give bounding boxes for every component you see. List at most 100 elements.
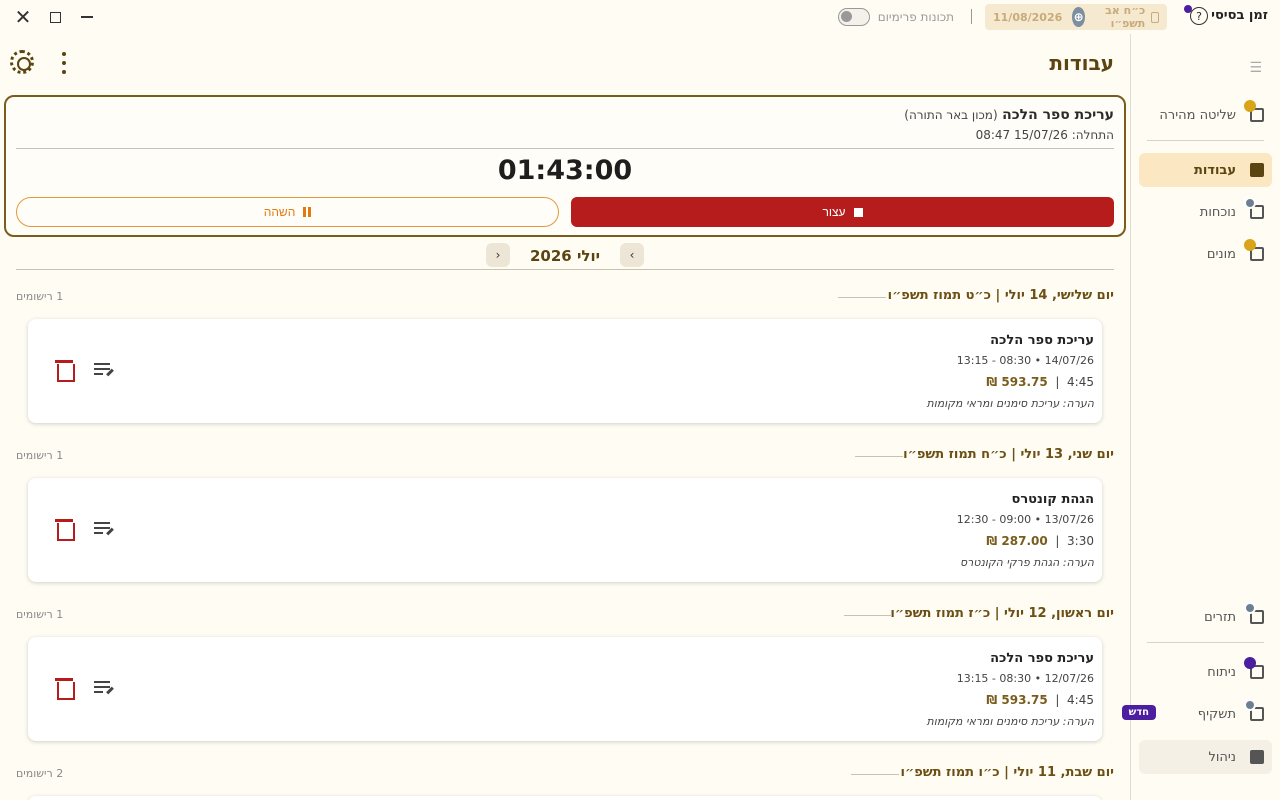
premium-badge-icon [1244, 100, 1256, 112]
delete-entry-icon[interactable] [55, 519, 75, 541]
maximize-window-icon[interactable] [44, 6, 66, 28]
entry-title: עריכת ספר הלכה [990, 651, 1094, 666]
clipboard-icon [1250, 163, 1264, 177]
timer-start-time: התחלה: 15/07/26 08:47 [975, 128, 1114, 142]
main-content: עבודות עריכת ספר הלכה (מכון באר התורה) ה… [0, 34, 1130, 800]
timer-job-title: עריכת ספר הלכה (מכון באר התורה) [904, 107, 1114, 123]
entry-note: הערה: עריכת סימנים ומראי מקומות [926, 397, 1094, 410]
day-title: יום שבת, 11 יולי | כ״ו תמוז תשפ״ו [900, 765, 1114, 780]
day-header: יום שבת, 11 יולי | כ״ו תמוז תשפ״ו 2 רישו… [16, 765, 1114, 785]
previous-month-button[interactable]: ‹ [620, 243, 644, 267]
entry-card[interactable]: עריכת ספר הלכה 12/07/26 • 08:30 - 13:15 … [28, 637, 1102, 741]
app-logo-icon[interactable]: ? [1190, 7, 1208, 25]
entry-time: 13/07/26 • 09:00 - 12:30 [956, 513, 1094, 526]
delete-entry-icon[interactable] [55, 360, 75, 382]
entry-duration: 4:45 [1067, 693, 1094, 707]
entry-time: 14/07/26 • 08:30 - 13:15 [956, 354, 1094, 367]
sidebar-item-label: ניתוח [1207, 664, 1236, 680]
calendar-icon [1151, 11, 1159, 23]
entry-note: הערה: הגהת פרקי הקונטרס [959, 556, 1094, 569]
sidebar-item-jobs[interactable]: עבודות [1139, 153, 1272, 187]
sidebar-item-management[interactable]: ניהול [1139, 740, 1272, 774]
day-entry-count: 1 רישומים [16, 449, 64, 462]
entry-duration: 3:30 [1067, 534, 1094, 548]
premium-label: תכונות פרימיום [877, 10, 954, 24]
toolbar-separator [971, 9, 972, 24]
entry-time: 12/07/26 • 08:30 - 13:15 [956, 672, 1094, 685]
day-entry-count: 1 רישומים [16, 608, 64, 621]
sidebar-item-counters[interactable]: מונים [1139, 237, 1272, 271]
entry-summary: 4:45 | 593.75 ₪ [986, 693, 1094, 707]
lock-badge-icon [1244, 602, 1256, 614]
entry-title: הגהת קונטרס [1011, 492, 1095, 507]
minimize-window-icon[interactable] [76, 6, 98, 28]
sidebar-divider [1147, 140, 1264, 141]
day-header: יום שלישי, 14 יולי | כ״ט תמוז תשפ״ו 1 רי… [16, 288, 1114, 308]
entry-amount: 593.75 ₪ [986, 375, 1048, 389]
day-divider [851, 774, 899, 775]
sidebar-item-cashflow[interactable]: תזרים [1139, 600, 1272, 634]
edit-entry-icon[interactable] [94, 363, 114, 379]
stop-icon [853, 207, 863, 217]
settings-gear-icon[interactable] [10, 50, 34, 74]
edit-entry-icon[interactable] [94, 522, 114, 538]
month-label: יולי 2026 [529, 247, 601, 265]
sidebar-item-forecast[interactable]: תשקיף חדש [1121, 697, 1272, 731]
month-divider [16, 269, 1114, 270]
sidebar-item-label: נוכחות [1199, 204, 1236, 220]
pause-label: השהה [263, 205, 296, 219]
gregorian-date: 11/08/2026 [993, 10, 1063, 24]
day-divider [855, 456, 903, 457]
day-entry-count: 2 רישומים [16, 767, 64, 780]
day-title: יום ראשון, 12 יולי | כ״ז תמוז תשפ״ו [890, 606, 1114, 621]
date-chip[interactable]: כ״ח אב תשפ״ו ⊕ 11/08/2026 [985, 4, 1167, 30]
day-header: יום שני, 13 יולי | כ״ח תמוז תשפ״ו 1 רישו… [16, 447, 1114, 467]
lock-badge-icon [1244, 197, 1256, 209]
hebrew-date: כ״ח אב תשפ״ו [1105, 4, 1146, 30]
entry-amount: 593.75 ₪ [986, 693, 1048, 707]
entry-title: עריכת ספר הלכה [990, 333, 1094, 348]
delete-entry-icon[interactable] [55, 678, 75, 700]
sidebar-item-label: תזרים [1204, 609, 1236, 625]
premium-toggle-group[interactable]: תכונות פרימיום [837, 8, 954, 26]
sidebar-item-label: מונים [1206, 246, 1236, 262]
next-month-button[interactable]: › [486, 243, 510, 267]
timer-elapsed: 01:43:00 [497, 155, 633, 186]
active-timer-card: עריכת ספר הלכה (מכון באר התורה) התחלה: 1… [4, 95, 1126, 237]
entry-duration: 4:45 [1067, 375, 1094, 389]
entry-card[interactable] [28, 796, 1102, 800]
more-options-icon[interactable] [58, 52, 70, 74]
collapse-sidebar-icon[interactable]: ☰ [1249, 60, 1262, 76]
entry-summary: 4:45 | 593.75 ₪ [986, 375, 1094, 389]
sidebar: ☰ שליטה מהירה עבודות נוכחות מונים תזרים … [1121, 34, 1280, 800]
premium-badge-icon [1244, 657, 1256, 669]
stop-timer-button[interactable]: עצור [571, 197, 1114, 227]
close-window-icon[interactable]: ✕ [12, 5, 34, 29]
entry-amount: 287.00 ₪ [986, 534, 1048, 548]
premium-toggle[interactable] [837, 8, 870, 26]
sidebar-divider [1147, 642, 1264, 643]
pause-timer-button[interactable]: השהה [16, 197, 559, 227]
app-brand: זמן בסיסי [1211, 8, 1268, 23]
page-title: עבודות [1049, 51, 1114, 75]
title-bar: ✕ תכונות פרימיום כ״ח אב תשפ״ו ⊕ 11/08/20… [0, 0, 1280, 34]
sidebar-item-quick-control[interactable]: שליטה מהירה [1139, 98, 1272, 132]
timer-client: (מכון באר התורה) [904, 108, 998, 122]
edit-entry-icon[interactable] [94, 681, 114, 697]
archive-icon [1250, 750, 1264, 764]
pause-icon [303, 207, 312, 217]
entry-card[interactable]: עריכת ספר הלכה 14/07/26 • 08:30 - 13:15 … [28, 319, 1102, 423]
swap-date-icon[interactable]: ⊕ [1072, 7, 1086, 27]
month-navigator: יולי 2026 ‹ › [0, 243, 1130, 269]
premium-badge-icon [1244, 239, 1256, 251]
sidebar-item-analytics[interactable]: ניתוח [1139, 655, 1272, 689]
day-divider [844, 615, 892, 616]
entry-card[interactable]: הגהת קונטרס 13/07/26 • 09:00 - 12:30 3:3… [28, 478, 1102, 582]
sidebar-item-label: תשקיף [1197, 706, 1236, 722]
day-entry-count: 1 רישומים [16, 290, 64, 303]
day-divider [838, 297, 886, 298]
sidebar-item-attendance[interactable]: נוכחות [1139, 195, 1272, 229]
lock-badge-icon [1244, 699, 1256, 711]
timer-job-name: עריכת ספר הלכה [1002, 107, 1114, 123]
sidebar-item-label: שליטה מהירה [1159, 107, 1236, 123]
